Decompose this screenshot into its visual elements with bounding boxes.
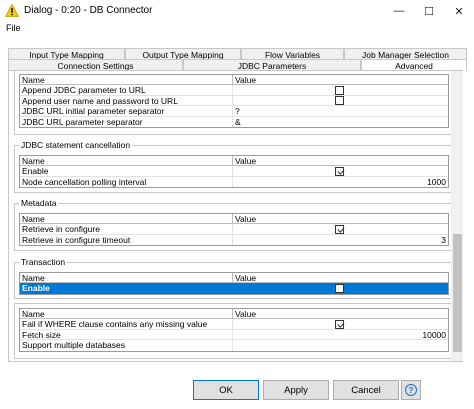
menu-file[interactable]: File [6,23,21,33]
append-jdbc-parameter-checkbox[interactable] [335,85,344,95]
table-row[interactable]: Fetch size 10000 [20,329,448,340]
misc-table: Name Value Fail if WHERE clause contains… [19,308,449,352]
row-name: Support multiple databases [20,340,233,351]
table-row[interactable]: JDBC URL parameter separator & [20,116,448,128]
title-bar: Dialog - 0:20 - DB Connector — ☐ ✕ [0,0,474,22]
row-value [233,166,448,176]
table-header: Name Value [20,75,448,85]
table-row[interactable]: Enable [20,283,448,294]
multiple-databases-value[interactable] [233,340,448,351]
table-row[interactable]: Retrieve in configure [20,224,448,235]
configure-timeout-field[interactable]: 3 [233,235,448,246]
help-icon: ? [405,384,417,396]
table-header: Name Value [20,273,448,283]
table-row[interactable]: Append user name and password to URL [20,95,448,106]
row-name: Append JDBC parameter to URL [20,85,233,95]
fail-on-missing-value-checkbox[interactable] [335,319,344,329]
column-name-header: Name [20,273,233,282]
row-value [233,224,448,234]
row-name: Fail if WHERE clause contains any missin… [20,319,233,329]
row-name: JDBC URL parameter separator [20,116,233,127]
ok-button[interactable]: OK [193,380,259,400]
row-name: JDBC URL initial parameter separator [20,106,233,116]
table-row[interactable]: Append JDBC parameter to URL [20,85,448,96]
row-value [233,283,448,294]
url-options-group: Name Value Append JDBC parameter to URL … [14,71,452,135]
advanced-panel: Name Value Append JDBC parameter to URL … [8,70,463,362]
row-name: Enable [20,283,233,294]
column-name-header: Name [20,214,233,223]
table-header: Name Value [20,309,448,319]
table-header: Name Value [20,156,448,166]
group-title: Metadata [19,198,59,208]
cancellation-table: Name Value Enable Node cancellation poll… [19,155,449,188]
cancel-button[interactable]: Cancel [333,380,399,400]
table-row[interactable]: Support multiple databases [20,340,448,351]
table-row[interactable]: Node cancellation polling interval 1000 [20,176,448,188]
group-title: Transaction [19,257,68,267]
scrollbar-thumb[interactable] [453,234,462,352]
table-row[interactable]: Enable [20,166,448,177]
table-row[interactable]: Fail if WHERE clause contains any missin… [20,319,448,330]
minimize-button[interactable]: — [384,0,414,22]
row-value [233,85,448,95]
close-button[interactable]: ✕ [444,0,474,22]
transaction-enable-checkbox[interactable] [335,283,344,293]
column-name-header: Name [20,156,233,165]
row-name: Fetch size [20,329,233,339]
help-button[interactable]: ? [401,380,421,400]
url-options-table: Name Value Append JDBC parameter to URL … [19,74,449,128]
apply-button[interactable]: Apply [263,380,329,400]
warning-icon [5,4,19,17]
column-name-header: Name [20,309,233,318]
table-header: Name Value [20,214,448,224]
row-value [233,319,448,329]
row-name: Node cancellation polling interval [20,176,233,187]
maximize-button[interactable]: ☐ [414,0,444,22]
window-title: Dialog - 0:20 - DB Connector [24,5,153,16]
row-name: Enable [20,166,233,176]
column-value-header: Value [235,75,257,84]
table-row[interactable]: JDBC URL initial parameter separator ? [20,106,448,117]
misc-group: Name Value Fail if WHERE clause contains… [14,303,452,359]
append-credentials-checkbox[interactable] [335,96,344,105]
column-value-header: Value [235,156,257,165]
polling-interval-field[interactable]: 1000 [233,177,448,188]
cancellation-enable-checkbox[interactable] [335,166,344,176]
table-row[interactable]: Retrieve in configure timeout 3 [20,234,448,246]
row-name: Retrieve in configure timeout [20,234,233,245]
parameter-separator-field[interactable]: & [233,117,448,128]
group-title: JDBC statement cancellation [19,140,133,150]
fetch-size-field[interactable]: 10000 [233,330,448,339]
column-value-header: Value [235,309,257,318]
row-name: Append user name and password to URL [20,95,233,105]
transaction-group: Transaction Name Value Enable [14,257,452,299]
retrieve-in-configure-checkbox[interactable] [335,224,344,234]
metadata-group: Metadata Name Value Retrieve in configur… [14,198,452,251]
menu-bar: File [0,22,474,36]
metadata-table: Name Value Retrieve in configure Retriev… [19,213,449,246]
column-value-header: Value [235,273,257,282]
cancellation-group: JDBC statement cancellation Name Value E… [14,140,452,193]
row-value [233,96,448,105]
column-value-header: Value [235,214,257,223]
column-name-header: Name [20,75,233,84]
row-name: Retrieve in configure [20,224,233,234]
initial-separator-field[interactable]: ? [233,106,448,115]
transaction-table: Name Value Enable [19,272,449,295]
